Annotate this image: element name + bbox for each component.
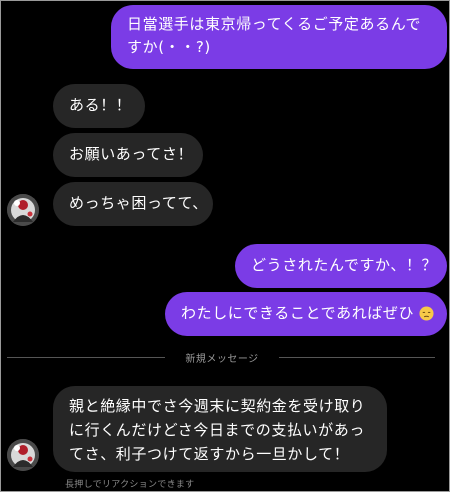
message-bubble-received[interactable]: 親と絶縁中でさ今週末に契約金を受け取りに行くんだけどさ今日までの支払いがあってさ… <box>53 386 387 472</box>
avatar-image <box>7 439 39 471</box>
message-text: お願いあってさ！ <box>69 145 194 163</box>
message-bubble-received[interactable]: ある！！ <box>53 84 145 128</box>
pensive-face-icon <box>419 306 435 321</box>
avatar-image <box>7 194 39 226</box>
message-bubble-received[interactable]: お願いあってさ！ <box>53 133 203 177</box>
message-text: どうされたんですか、！？ <box>251 256 438 274</box>
message-text: 親と絶縁中でさ今週末に契約金を受け取りに行くんだけどさ今日までの支払いがあってさ… <box>69 397 366 463</box>
message-bubble-sent[interactable]: どうされたんですか、！？ <box>235 244 447 288</box>
message-text: 日當選手は東京帰ってくるご予定あるんですか(・・?) <box>127 15 422 56</box>
divider-line-right <box>279 357 435 358</box>
new-messages-divider-label: 新規メッセージ <box>185 354 259 365</box>
message-bubble-sent[interactable]: 日當選手は東京帰ってくるご予定あるんですか(・・?) <box>111 5 447 69</box>
message-bubble-sent[interactable]: わたしにできることであればぜひ <box>165 292 447 336</box>
sender-avatar[interactable] <box>7 194 39 226</box>
message-text: ある！！ <box>69 96 132 114</box>
message-text: わたしにできることであればぜひ <box>181 304 415 322</box>
divider-line-left <box>7 357 165 358</box>
chat-window: 日當選手は東京帰ってくるご予定あるんですか(・・?) ある！！ お願いあってさ！… <box>0 0 450 492</box>
message-text: めっちゃ困ってて、 <box>69 194 208 212</box>
message-bubble-received[interactable]: めっちゃ困ってて、 <box>53 182 213 226</box>
sender-avatar[interactable] <box>7 439 39 471</box>
reaction-hint: 長押しでリアクションできます <box>65 480 195 490</box>
